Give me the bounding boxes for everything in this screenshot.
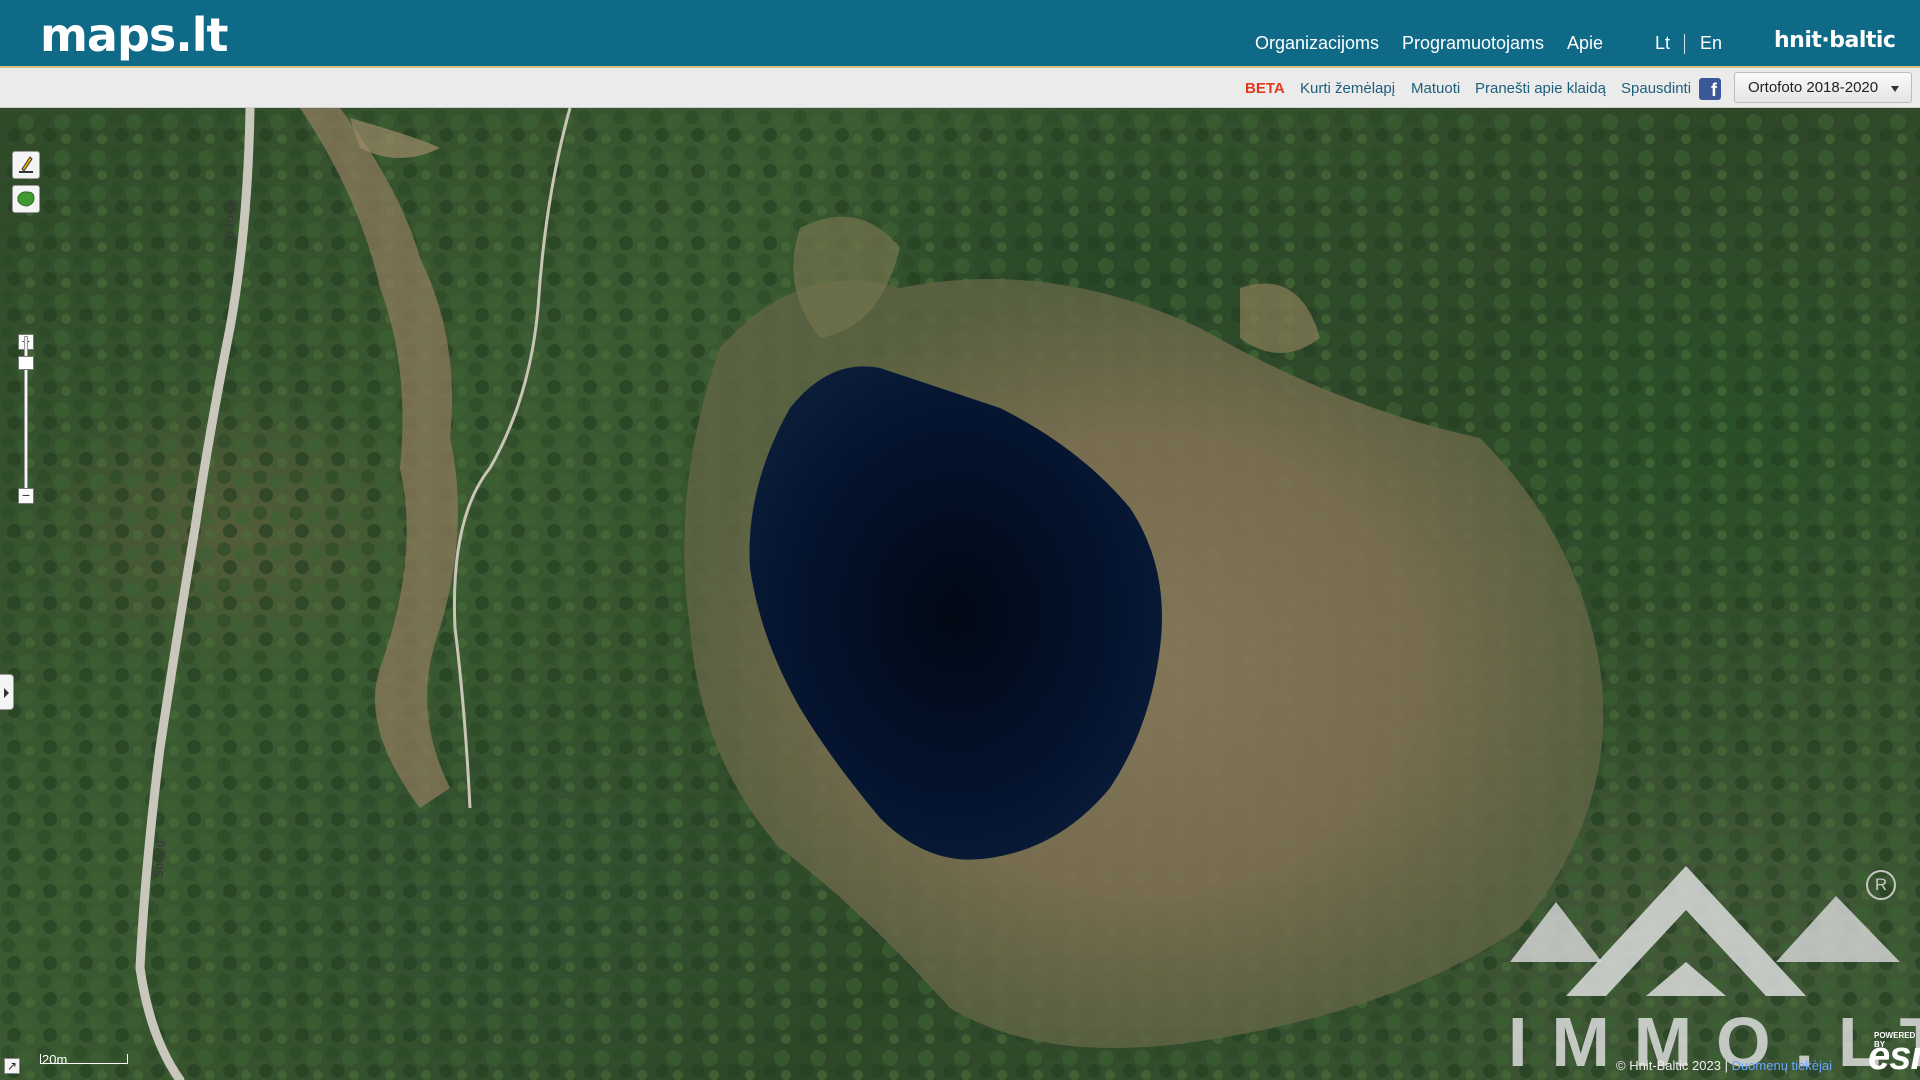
lang-lt[interactable]: Lt [1655,33,1670,54]
zoom-out-button[interactable]: − [18,488,34,504]
map-region-icon [17,191,35,207]
expand-icon[interactable]: ↗ [4,1058,20,1074]
lang-separator [1684,34,1685,54]
layer-select-value: Ortofoto 2018-2020 [1748,79,1879,96]
data-providers-link[interactable]: Duomenų tiekėjai [1732,1058,1832,1073]
top-header: maps.lt Organizacijoms Programuotojams A… [0,0,1920,68]
draw-tool-button[interactable] [12,151,40,179]
road-label-bottom: Sorų g. [152,836,166,878]
pencil-icon [19,156,33,173]
scale-bar [40,1054,128,1064]
layer-select-dropdown[interactable]: Ortofoto 2018-2020 [1734,72,1912,103]
facebook-icon[interactable]: f [1699,78,1721,100]
sidebar-toggle-button[interactable] [0,674,14,710]
nav-organizations[interactable]: Organizacijoms [1255,33,1379,54]
esri-logo[interactable]: esri [1868,1034,1920,1079]
nav-about[interactable]: Apie [1567,33,1603,54]
zoom-slider-handle[interactable] [18,356,34,370]
beta-badge: BETA [1245,80,1285,97]
map-toolbar: BETA Kurti žemėlapį Matuoti Pranešti api… [0,68,1920,108]
chevron-down-icon [1891,86,1899,92]
map-attribution: © Hnit-Baltic 2023 | Duomenų tiekėjai [1616,1058,1832,1073]
create-map-link[interactable]: Kurti žemėlapį [1300,80,1395,97]
road-label-top: Sorų g. [224,200,238,242]
registered-trademark-icon: R [1866,870,1896,900]
hnit-baltic-logo[interactable]: hnit·baltic [1774,28,1896,53]
print-link[interactable]: Spausdinti [1621,80,1691,97]
maps-lt-logo[interactable]: maps.lt [40,8,229,62]
lang-en[interactable]: En [1700,33,1722,54]
maps-lt-app: maps.lt Organizacijoms Programuotojams A… [0,0,1920,1080]
nav-developers[interactable]: Programuotojams [1402,33,1544,54]
attribution-text: © Hnit-Baltic 2023 | [1616,1058,1732,1073]
layers-button[interactable] [12,185,40,213]
measure-link[interactable]: Matuoti [1411,80,1460,97]
report-error-link[interactable]: Pranešti apie klaidą [1475,80,1606,97]
